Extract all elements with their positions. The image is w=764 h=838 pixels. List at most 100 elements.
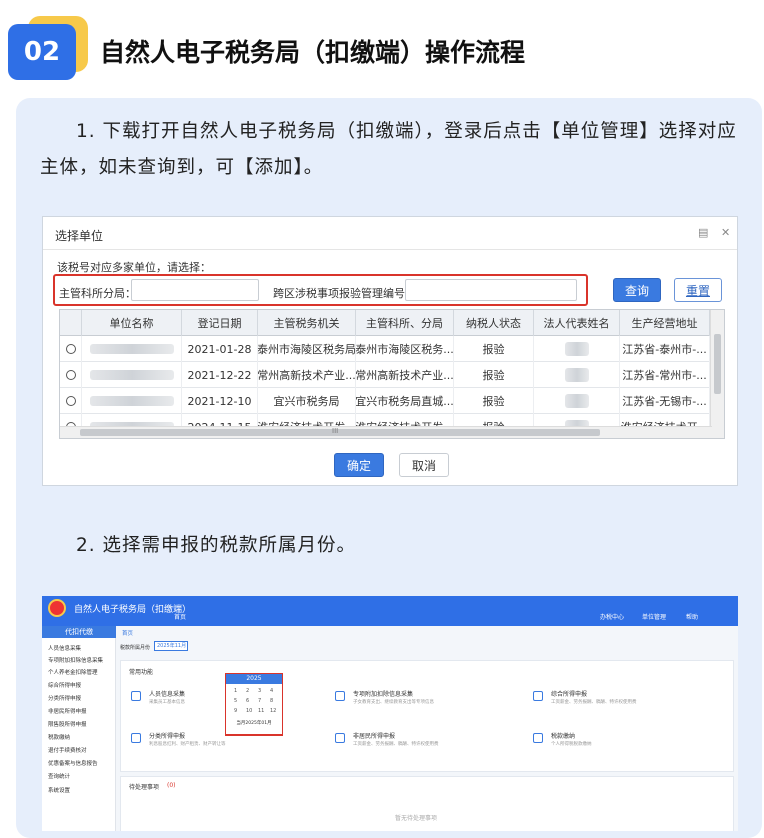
nav-help[interactable]: 帮助 [686,612,698,621]
cell-date: 2021-12-10 [182,388,258,414]
tile-icon [131,733,141,743]
cal-month[interactable]: 7 [258,698,261,704]
tile-sub: 采集员工基本信息 [149,700,185,705]
col-reg-date: 登记日期 [182,310,258,336]
select-unit-dialog: 选择单位 ▤ ✕ 该税号对应多家单位，请选择： 主管科所分局： 跨区涉税事项报验… [42,216,738,486]
sidebar-item[interactable]: 限售股所得申报 [48,720,87,728]
blurred-name [89,396,174,406]
branch-input[interactable] [131,279,259,301]
cell-authority: 宜兴市税务局 [258,388,356,414]
step1-text: 1. 下载打开自然人电子税务局（扣缴端），登录后点击【单位管理】选择对应主体，如… [40,121,737,178]
field2-label: 跨区涉税事项报验管理编号： [273,287,416,300]
blurred-name [89,370,174,380]
cal-month[interactable]: 10 [246,708,252,714]
table-row[interactable]: 2021-12-22 常州高新技术产业... 常州高新技术产业... 报验 江苏… [60,362,710,388]
tile-title[interactable]: 专项附加扣除信息采集 [353,689,413,698]
common-functions-card: 常用功能 人员信息采集 采集员工基本信息 专项附加扣除信息采集 子女教育支出、继… [120,660,734,772]
cal-month[interactable]: 3 [258,688,261,694]
cell-status: 报验 [454,388,534,414]
cell-authority: 常州高新技术产业... [258,362,356,388]
tax-emblem-icon [48,599,66,617]
period-select[interactable]: 2025年11月 [154,641,188,651]
reset-button[interactable]: 重置 [674,278,722,302]
cal-footer[interactable]: 当月2025年01月 [226,720,282,726]
month-picker[interactable]: 2025 1 2 3 4 5 6 7 8 9 10 11 12 当月2025年0… [226,674,282,734]
tile-title[interactable]: 综合所得申报 [551,689,587,698]
sidebar-item[interactable]: 专项附加扣除信息采集 [48,656,103,664]
cal-month[interactable]: 4 [270,688,273,694]
row-radio[interactable] [65,396,76,406]
nav-home[interactable]: 首页 [174,612,186,621]
cal-month[interactable]: 11 [258,708,264,714]
breadcrumb[interactable]: 首页 [122,629,133,637]
cal-month[interactable]: 6 [246,698,249,704]
col-branch: 主管科所、分局 [356,310,454,336]
sidebar-item[interactable]: 非居民所得申报 [48,707,87,715]
tile-sub: 利息股息红利、财产租赁、财产转让等 [149,742,226,747]
sidebar-item[interactable]: 退付手续费核对 [48,746,87,754]
col-unit-name: 单位名称 [82,310,182,336]
sidebar-item[interactable]: 查询统计 [48,772,70,780]
nav-unit-mgmt[interactable]: 单位管理 [642,612,666,621]
sidebar-item[interactable]: 综合所得申报 [48,681,81,689]
row-radio[interactable] [65,344,76,354]
tile-icon [335,733,345,743]
cell-branch: 常州高新技术产业... [356,362,454,388]
sidebar-item[interactable]: 税款缴纳 [48,733,70,741]
todo-title: 待处理事项 [129,784,160,791]
cell-status: 报验 [454,336,534,362]
vertical-scrollbar[interactable] [710,310,724,438]
cell-status: 报验 [454,362,534,388]
cal-year[interactable]: 2025 [226,674,282,684]
sidebar-item[interactable]: 系统设置 [48,786,70,794]
cell-authority: 泰州市海陵区税务局 [258,336,356,362]
cal-month[interactable]: 9 [234,708,237,714]
blurred-rep [564,368,589,382]
step-badge: 02 [8,24,76,80]
app-main: 首页 税款所属月份 2025年11月 常用功能 人员信息采集 采集员工基本信息 … [116,626,738,831]
close-icon[interactable]: ✕ [721,226,730,239]
cal-month[interactable]: 5 [234,698,237,704]
horizontal-scrollbar[interactable]: III [60,426,712,438]
col-address: 生产经营地址 [620,310,710,336]
unit-table: 单位名称 登记日期 主管税务机关 主管科所、分局 纳税人状态 法人代表姓名 生产… [59,309,725,439]
cal-month[interactable]: 2 [246,688,249,694]
table-row[interactable]: 2021-01-28 泰州市海陵区税务局 泰州市海陵区税务... 报验 江苏省-… [60,336,710,362]
section-header: 02 自然人电子税务局（扣缴端）操作流程 [0,0,764,98]
sidebar-item[interactable]: 分类所得申报 [48,694,81,702]
tile-title[interactable]: 税款缴纳 [551,731,575,740]
page-title: 自然人电子税务局（扣缴端）操作流程 [100,38,526,67]
tile-sub: 个人所得税税款缴纳 [551,742,592,747]
confirm-button[interactable]: 确定 [334,453,384,477]
table-header: 单位名称 登记日期 主管税务机关 主管科所、分局 纳税人状态 法人代表姓名 生产… [60,310,710,336]
table-row[interactable]: 2021-12-10 宜兴市税务局 宜兴市税务局直城... 报验 江苏省-无锡市… [60,388,710,414]
blurred-name [89,344,174,354]
todo-card: 待处理事项 (0) 暂无待处理事项 [120,776,734,831]
todo-count: (0) [167,782,176,789]
permit-number-input[interactable] [405,279,577,301]
sidebar-title: 代扣代缴 [42,626,116,638]
maximize-icon[interactable]: ▤ [698,226,708,239]
empty-text: 暂无待处理事项 [395,815,438,822]
cell-date: 2021-12-22 [182,362,258,388]
tile-title[interactable]: 人员信息采集 [149,689,185,698]
tile-title[interactable]: 非居民所得申报 [353,731,395,740]
sidebar-item[interactable]: 人员信息采集 [48,644,81,652]
nav-center[interactable]: 办税中心 [600,612,624,621]
tile-title[interactable]: 分类所得申报 [149,731,185,740]
sidebar-item[interactable]: 优惠备案与信息报告 [48,759,98,767]
cal-month[interactable]: 8 [270,698,273,704]
tile-icon [533,733,543,743]
cancel-button[interactable]: 取消 [399,453,449,477]
row-radio[interactable] [65,370,76,380]
field1-label: 主管科所分局： [59,287,136,300]
cal-month[interactable]: 1 [234,688,237,694]
sidebar-item[interactable]: 个人养老金扣除管理 [48,668,98,676]
scroll-grip: III [332,427,339,435]
cal-month[interactable]: 12 [270,708,276,714]
tile-sub: 子女教育支出、继续教育支出等专项信息 [353,700,434,705]
query-button[interactable]: 查询 [613,278,661,302]
col-legal-rep: 法人代表姓名 [534,310,620,336]
dialog-prompt: 该税号对应多家单位，请选择： [57,261,211,274]
col-status: 纳税人状态 [454,310,534,336]
